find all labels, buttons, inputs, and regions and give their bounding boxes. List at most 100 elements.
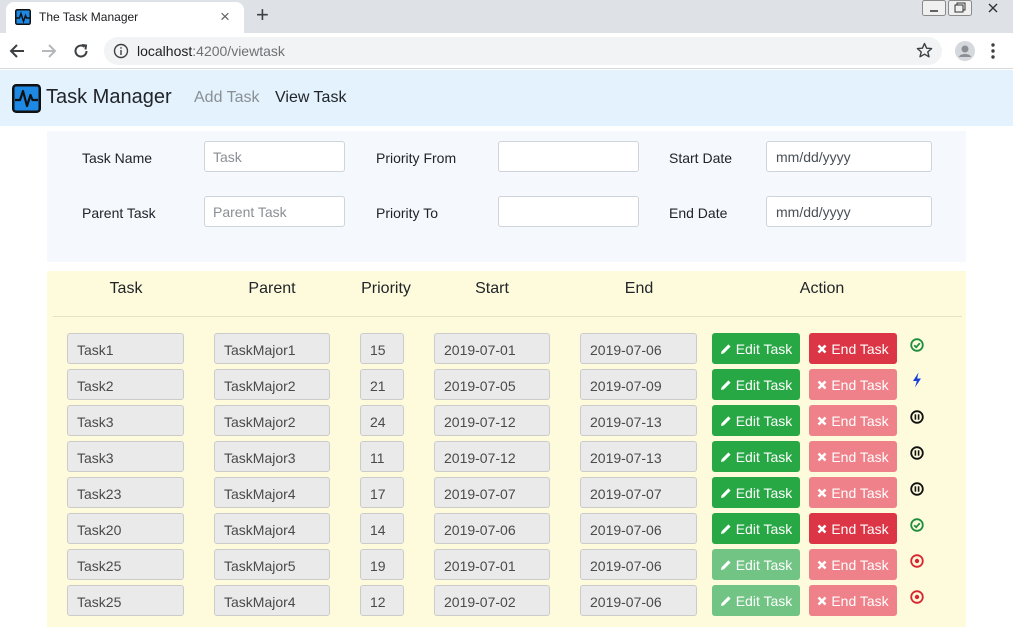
parent-cell: TaskMajor2 — [214, 405, 330, 436]
task-manager-logo-icon — [12, 84, 41, 118]
start-date-cell: 2019-07-05 — [434, 369, 550, 400]
priority-cell: 21 — [360, 369, 404, 400]
priority-to-input[interactable] — [498, 196, 639, 227]
check-circle-icon — [910, 338, 924, 357]
task-name-input[interactable] — [204, 141, 345, 172]
end-task-button[interactable]: End Task — [809, 441, 897, 472]
restore-window-icon[interactable] — [948, 0, 972, 18]
priority-to-label: Priority To — [376, 205, 438, 221]
close-tab-icon[interactable]: × — [220, 7, 230, 27]
times-icon — [817, 560, 827, 569]
start-date-input[interactable]: mm/dd/yyyy — [766, 141, 932, 172]
bolt-icon — [910, 372, 924, 393]
pause-circle-icon — [910, 482, 924, 501]
end-date-cell: 2019-07-07 — [580, 477, 697, 508]
pencil-icon — [720, 595, 731, 606]
end-task-label: End Task — [831, 376, 889, 393]
edit-task-label: Edit Task — [735, 520, 793, 537]
end-task-button[interactable]: End Task — [809, 477, 897, 508]
task-cell: Task23 — [67, 477, 184, 508]
browser-tab-strip: The Task Manager × + — [0, 0, 1013, 33]
browser-menu-icon[interactable] — [990, 42, 996, 65]
browser-toolbar: localhost:4200/viewtask — [0, 33, 1013, 69]
pencil-icon — [720, 379, 731, 390]
task-cell: Task25 — [67, 549, 184, 580]
priority-cell: 14 — [360, 513, 404, 544]
table-row: Task23 TaskMajor4 17 2019-07-07 2019-07-07 Ed… — [47, 477, 966, 508]
check-circle-icon — [910, 518, 924, 537]
address-bar[interactable]: localhost:4200/viewtask — [104, 37, 942, 65]
profile-avatar-icon[interactable] — [955, 41, 975, 66]
stop-circle-icon — [910, 590, 924, 609]
star-icon[interactable] — [916, 42, 933, 64]
task-cell: Task25 — [67, 585, 184, 616]
task-cell: Task1 — [67, 333, 184, 364]
task-cell: Task3 — [67, 441, 184, 472]
edit-task-label: Edit Task — [735, 484, 793, 501]
nav-view-task[interactable]: View Task — [275, 89, 346, 107]
times-icon — [817, 524, 827, 533]
nav-add-task[interactable]: Add Task — [194, 89, 260, 107]
back-arrow-icon[interactable] — [8, 42, 26, 65]
info-icon[interactable] — [113, 43, 129, 64]
times-icon — [817, 344, 827, 353]
pause-circle-icon — [910, 410, 924, 429]
new-tab-button[interactable]: + — [256, 3, 269, 27]
end-task-label: End Task — [831, 520, 889, 537]
start-date-cell: 2019-07-06 — [434, 513, 550, 544]
end-task-button[interactable]: End Task — [809, 369, 897, 400]
header-parent: Parent — [248, 280, 296, 297]
end-task-button[interactable]: End Task — [809, 549, 897, 580]
browser-tab[interactable]: The Task Manager × — [6, 2, 244, 33]
parent-task-input[interactable] — [204, 196, 345, 227]
end-date-cell: 2019-07-06 — [580, 513, 697, 544]
times-icon — [817, 380, 827, 389]
url-text: localhost:4200/viewtask — [137, 43, 285, 59]
end-task-label: End Task — [831, 556, 889, 573]
start-date-label: Start Date — [669, 150, 733, 166]
header-start: Start — [475, 280, 509, 297]
reload-icon[interactable] — [72, 42, 90, 65]
end-task-button[interactable]: End Task — [809, 333, 897, 364]
close-window-icon[interactable] — [982, 0, 1006, 18]
task-cell: Task2 — [67, 369, 184, 400]
edit-task-button[interactable]: Edit Task — [712, 513, 800, 544]
end-task-label: End Task — [831, 340, 889, 357]
parent-cell: TaskMajor1 — [214, 333, 330, 364]
edit-task-label: Edit Task — [735, 412, 793, 429]
edit-task-button[interactable]: Edit Task — [712, 477, 800, 508]
end-task-button[interactable]: End Task — [809, 585, 897, 616]
edit-task-button[interactable]: Edit Task — [712, 405, 800, 436]
table-row: Task3 TaskMajor2 24 2019-07-12 2019-07-13 Edi… — [47, 405, 966, 436]
edit-task-button[interactable]: Edit Task — [712, 549, 800, 580]
priority-from-input[interactable] — [498, 141, 639, 172]
task-table: Task Parent Priority Start End Action Ta… — [47, 271, 966, 627]
filter-panel: Task Name Priority From Start Date mm/dd… — [47, 131, 966, 262]
forward-arrow-icon[interactable] — [40, 42, 58, 65]
edit-task-button[interactable]: Edit Task — [712, 333, 800, 364]
edit-task-label: Edit Task — [735, 448, 793, 465]
url-host: localhost — [137, 43, 193, 59]
edit-task-button[interactable]: Edit Task — [712, 369, 800, 400]
edit-task-button[interactable]: Edit Task — [712, 441, 800, 472]
header-priority: Priority — [361, 280, 411, 297]
table-row: Task3 TaskMajor3 11 2019-07-12 2019-07-13 Edi… — [47, 441, 966, 472]
priority-cell: 17 — [360, 477, 404, 508]
priority-cell: 12 — [360, 585, 404, 616]
parent-cell: TaskMajor4 — [214, 477, 330, 508]
end-task-button[interactable]: End Task — [809, 513, 897, 544]
priority-cell: 24 — [360, 405, 404, 436]
parent-task-label: Parent Task — [82, 205, 156, 221]
minimize-window-icon[interactable] — [922, 0, 946, 18]
end-date-cell: 2019-07-09 — [580, 369, 697, 400]
edit-task-button[interactable]: Edit Task — [712, 585, 800, 616]
start-date-cell: 2019-07-01 — [434, 333, 550, 364]
brand-title: Task Manager — [46, 86, 172, 108]
task-cell: Task3 — [67, 405, 184, 436]
parent-cell: TaskMajor4 — [214, 585, 330, 616]
parent-cell: TaskMajor3 — [214, 441, 330, 472]
end-date-input[interactable]: mm/dd/yyyy — [766, 196, 932, 227]
end-date-label: End Date — [669, 205, 728, 221]
app-navbar: Task Manager Add Task View Task — [0, 70, 1013, 126]
end-task-button[interactable]: End Task — [809, 405, 897, 436]
